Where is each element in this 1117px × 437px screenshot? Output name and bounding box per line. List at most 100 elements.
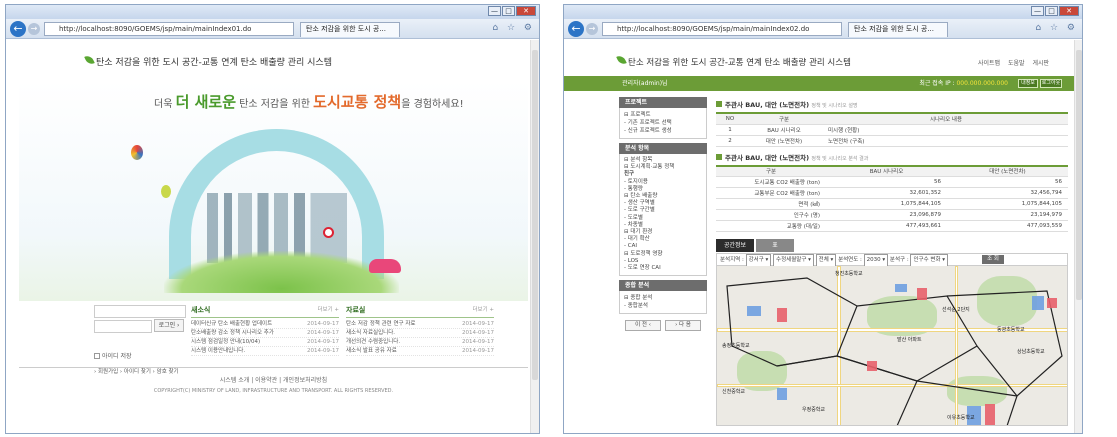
minimize-button[interactable]: — xyxy=(488,6,501,16)
footer-links[interactable]: 시스템 소개 | 이용약관 | 개인정보처리방침 xyxy=(19,375,528,384)
minimize-button[interactable]: — xyxy=(1031,6,1044,16)
logout-button[interactable]: 로그아웃 xyxy=(1040,79,1062,88)
sidebar-item[interactable]: ⊟ 프로젝트 xyxy=(624,111,702,119)
forward-button[interactable]: → xyxy=(586,23,598,35)
notice-text[interactable]: 시스템 이용안내입니다. xyxy=(191,347,245,355)
top-menu[interactable]: 사이트맵 도움말 게시판 xyxy=(978,58,1049,67)
sidebar-item[interactable]: - 기존 프로젝트 선택 xyxy=(624,119,702,127)
list-item[interactable]: 시스템 이용안내입니다. 2014-09-17 xyxy=(191,347,339,356)
sidebar-item[interactable]: - 도로 연장 CAI xyxy=(624,265,702,272)
archive-board: 자료실 더보기 + 탄소 저감 정책 관련 연구 자료 2014-09-17 새소식… xyxy=(346,305,494,356)
sidebar-item[interactable]: - 신규 프로젝트 생성 xyxy=(624,127,702,135)
password-input[interactable] xyxy=(94,320,152,333)
site-title: 탄소 저감을 위한 도시 공간-교통 연계 탄소 배출량 관리 시스템 xyxy=(96,58,332,68)
sidebar-item[interactable]: ⊟ 도로정책 영향 xyxy=(624,251,702,258)
address-bar[interactable]: http://localhost:8090/GOEMS/jsp/main/mai… xyxy=(602,22,842,36)
map-label: 우정중학교 xyxy=(802,407,826,413)
maximize-button[interactable]: □ xyxy=(1045,6,1058,16)
forward-button[interactable]: → xyxy=(28,23,40,35)
next-button[interactable]: › 다 음 xyxy=(665,320,701,332)
back-button[interactable]: ← xyxy=(568,21,584,37)
table-row: 2 대안 (노면전차) 노면전차 (구축) xyxy=(716,135,1068,147)
list-item[interactable]: 개선의견 수렴중입니다. 2014-09-17 xyxy=(346,338,494,347)
table-cell: 면적 (㎢) xyxy=(716,198,826,210)
address-bar[interactable]: http://localhost:8090/GOEMS/jsp/main/mai… xyxy=(44,22,294,36)
archive-text[interactable]: 탄소 저감 정책 관련 연구 자료 xyxy=(346,320,415,328)
balloon-image xyxy=(131,145,143,160)
remember-id-checkbox[interactable]: 아이디 저장 xyxy=(94,351,186,360)
map-bar-marker xyxy=(1047,298,1057,308)
login-button[interactable]: 로그인 › xyxy=(154,319,184,332)
toolbar-icons[interactable]: ⌂ ☆ ⚙ xyxy=(1035,23,1078,33)
sidebar-item[interactable]: ⊟ 도시계획·교통 정책 xyxy=(624,164,702,171)
section-title: 주관사 BAU, 대안 (노면전차) 정책 및 시나리오 설명 xyxy=(716,99,1068,109)
table-cell: 23,194,979 xyxy=(947,209,1068,221)
list-item[interactable]: 새소식 발표 공유 자료 2014-09-17 xyxy=(346,347,494,356)
archive-text[interactable]: 새소식 자료실입니다. xyxy=(346,329,395,337)
scroll-thumb[interactable] xyxy=(1076,50,1082,300)
maximize-button[interactable]: □ xyxy=(502,6,515,16)
navigation-bar: ← → http://localhost:8090/GOEMS/jsp/main… xyxy=(564,19,1082,39)
table-cell: 56 xyxy=(947,176,1068,188)
search-button[interactable]: 조 회 xyxy=(982,255,1004,264)
list-item[interactable]: 시스템 점검일정 안내(10/04) 2014-09-17 xyxy=(191,338,339,347)
back-button[interactable]: ← xyxy=(10,21,26,37)
leaf-icon xyxy=(84,53,95,67)
notice-date: 2014-09-17 xyxy=(307,321,339,327)
tab-spatial-info[interactable]: 공간정보 xyxy=(716,239,754,252)
browser-tab[interactable]: 탄소 저감을 위한 도시 공... xyxy=(300,22,400,37)
section-note: 정책 및 시나리오 분석 결과 xyxy=(811,155,869,162)
close-button[interactable]: ✕ xyxy=(516,6,536,16)
map-bar-marker xyxy=(777,308,787,322)
table-cell: 교통량 (대/일) xyxy=(716,220,826,232)
list-item[interactable]: 새소식 자료실입니다. 2014-09-17 xyxy=(346,329,494,338)
table-row: 1 BAU 시나리오 미시행 (현황) xyxy=(716,124,1068,136)
list-item[interactable]: 탄소 저감 정책 관련 연구 자료 2014-09-17 xyxy=(346,320,494,329)
year-label: 분석연도 : xyxy=(838,257,862,263)
scrollbar[interactable] xyxy=(530,40,539,433)
notice-more-link[interactable]: 더보기 + xyxy=(317,305,339,315)
table-cell: 노면전차 (구축) xyxy=(824,135,1068,147)
close-button[interactable]: ✕ xyxy=(1059,6,1079,16)
list-item[interactable]: 데이터신규 탄소 배출현황 업데이트 2014-09-17 xyxy=(191,320,339,329)
section-note: 정책 및 시나리오 설명 xyxy=(811,103,858,109)
speed-sign-image xyxy=(323,227,334,238)
login-box: 로그인 › 아이디 저장 › 회원가입 › 아이디 찾기 › 암호 찾기 xyxy=(94,305,186,375)
sidebar-item[interactable]: - 도로 구간별 xyxy=(624,207,702,214)
notice-text[interactable]: 데이터신규 탄소 배출현황 업데이트 xyxy=(191,320,272,328)
checkbox-box[interactable] xyxy=(94,352,100,359)
sidebar-item[interactable]: - LOS xyxy=(624,258,702,265)
tab-table[interactable]: 표 xyxy=(756,239,794,252)
sidebar-item[interactable]: - 종합분석 xyxy=(624,302,702,310)
map-bar-marker xyxy=(867,361,877,371)
map-tabs: 공간정보 표 xyxy=(716,239,1068,252)
sidebar-item[interactable]: - 대기 확산 xyxy=(624,236,702,243)
list-item[interactable]: 탄소배출량 감소 정책 시나리오 추가 2014-09-17 xyxy=(191,329,339,338)
notice-text[interactable]: 시스템 점검일정 안내(10/04) xyxy=(191,338,260,346)
sidebar-item[interactable]: - 통행량 xyxy=(624,186,702,193)
sidebar-item[interactable]: - 토지이용 xyxy=(624,179,702,186)
result-table: 구분 BAU 시나리오 대안 (노면전차) 도시교통 CO2 배출량 (ton)… xyxy=(716,164,1068,232)
site-logo[interactable]: 탄소 저감을 위한 도시 공간-교통 연계 탄소 배출량 관리 시스템 xyxy=(616,53,851,68)
map-bar-marker xyxy=(777,388,787,400)
archive-more-link[interactable]: 더보기 + xyxy=(472,305,494,315)
notice-text[interactable]: 탄소배출량 감소 정책 시나리오 추가 xyxy=(191,329,274,337)
balloon-image xyxy=(161,185,171,198)
id-input[interactable] xyxy=(94,305,186,318)
toolbar-icons[interactable]: ⌂ ☆ ⚙ xyxy=(492,23,535,33)
sidebar-item[interactable]: - 도로별 xyxy=(624,215,702,222)
column-header: 구분 xyxy=(716,164,826,177)
sidebar-item[interactable]: - CAI xyxy=(624,243,702,250)
prev-button[interactable]: 이 전 ‹ xyxy=(625,320,661,332)
browser-tab[interactable]: 탄소 저감을 위한 도시 공... xyxy=(848,22,948,37)
sidebar-item[interactable]: - 차종별 xyxy=(624,222,702,229)
archive-text[interactable]: 개선의견 수렴중입니다. xyxy=(346,338,400,346)
map-view[interactable]: 청진초등학교 송정초등학교 신천중학교 선석순 2단지 발산 아파트 동광초등학… xyxy=(716,266,1068,426)
scroll-thumb[interactable] xyxy=(532,50,538,380)
sidebar-item[interactable]: ⊟ 종합 분석 xyxy=(624,294,702,302)
my-info-button[interactable]: 내정보 xyxy=(1018,79,1038,88)
scrollbar[interactable] xyxy=(1074,40,1082,433)
sidebar-item[interactable]: 친구 xyxy=(624,171,702,178)
archive-text[interactable]: 새소식 발표 공유 자료 xyxy=(346,347,397,355)
site-logo[interactable]: 탄소 저감을 위한 도시 공간-교통 연계 탄소 배출량 관리 시스템 xyxy=(84,53,332,68)
